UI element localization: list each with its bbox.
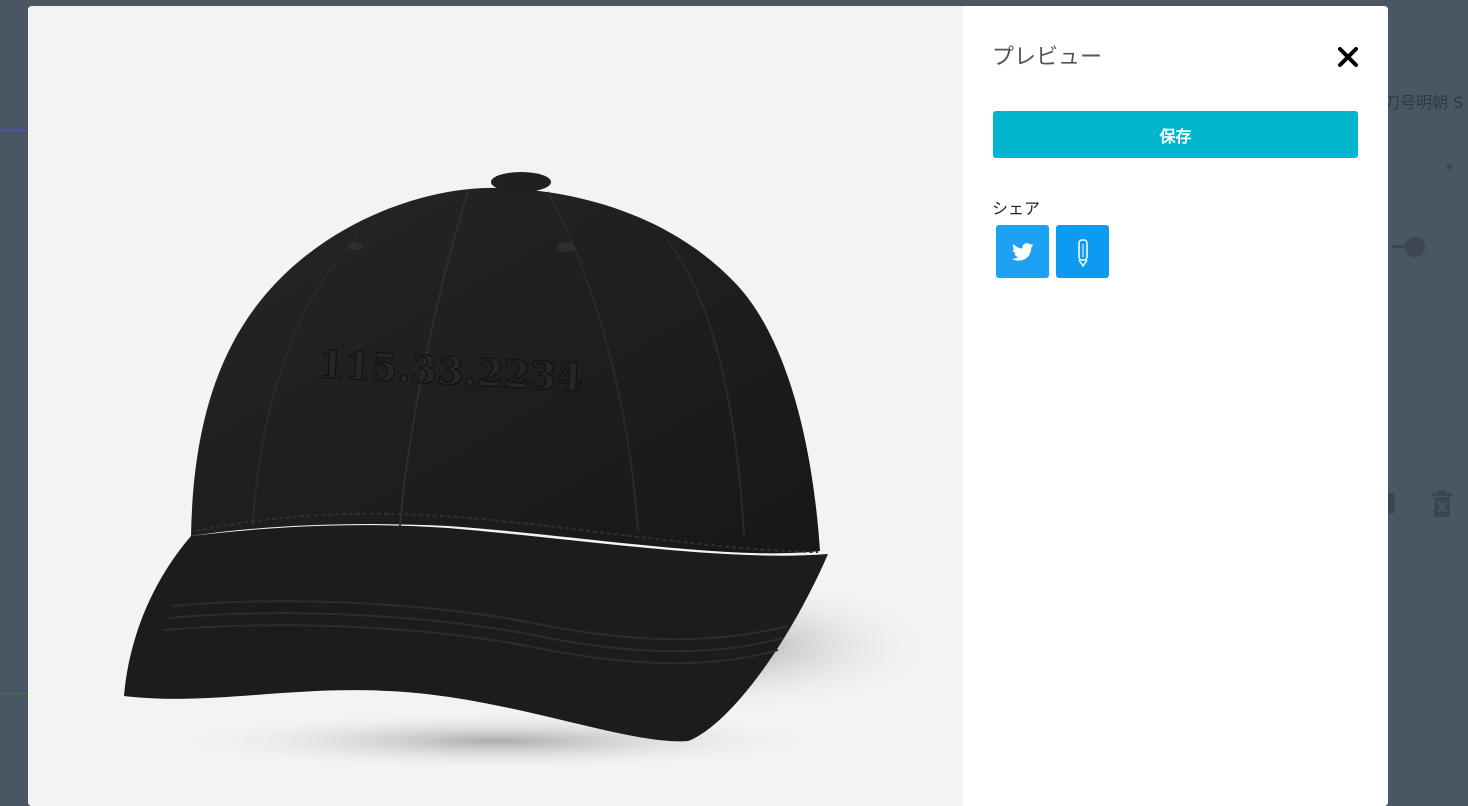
cap-image: 115.33.2234 — [124, 172, 938, 766]
twitter-icon — [1011, 242, 1033, 261]
pencil-icon — [1077, 238, 1088, 267]
chevron-down-icon: ▾ — [1446, 160, 1453, 174]
share-note-button[interactable] — [1056, 225, 1109, 278]
trash-icon — [1432, 490, 1452, 517]
background-slider-knob — [1405, 237, 1425, 257]
share-label: シェア — [992, 199, 1041, 218]
background-font-label: 刀号明朝 S — [1384, 93, 1464, 112]
save-button[interactable]: 保存 — [993, 111, 1358, 158]
preview-modal: 115.33.2234 プレビュー 保存 シェア — [28, 6, 1388, 806]
close-button[interactable] — [1333, 42, 1363, 72]
modal-title: プレビュー — [992, 45, 1103, 70]
product-preview: 115.33.2234 — [28, 6, 963, 806]
preview-sidebar: プレビュー 保存 シェア — [963, 6, 1388, 806]
close-icon — [1338, 47, 1358, 67]
share-twitter-button[interactable] — [996, 225, 1049, 278]
